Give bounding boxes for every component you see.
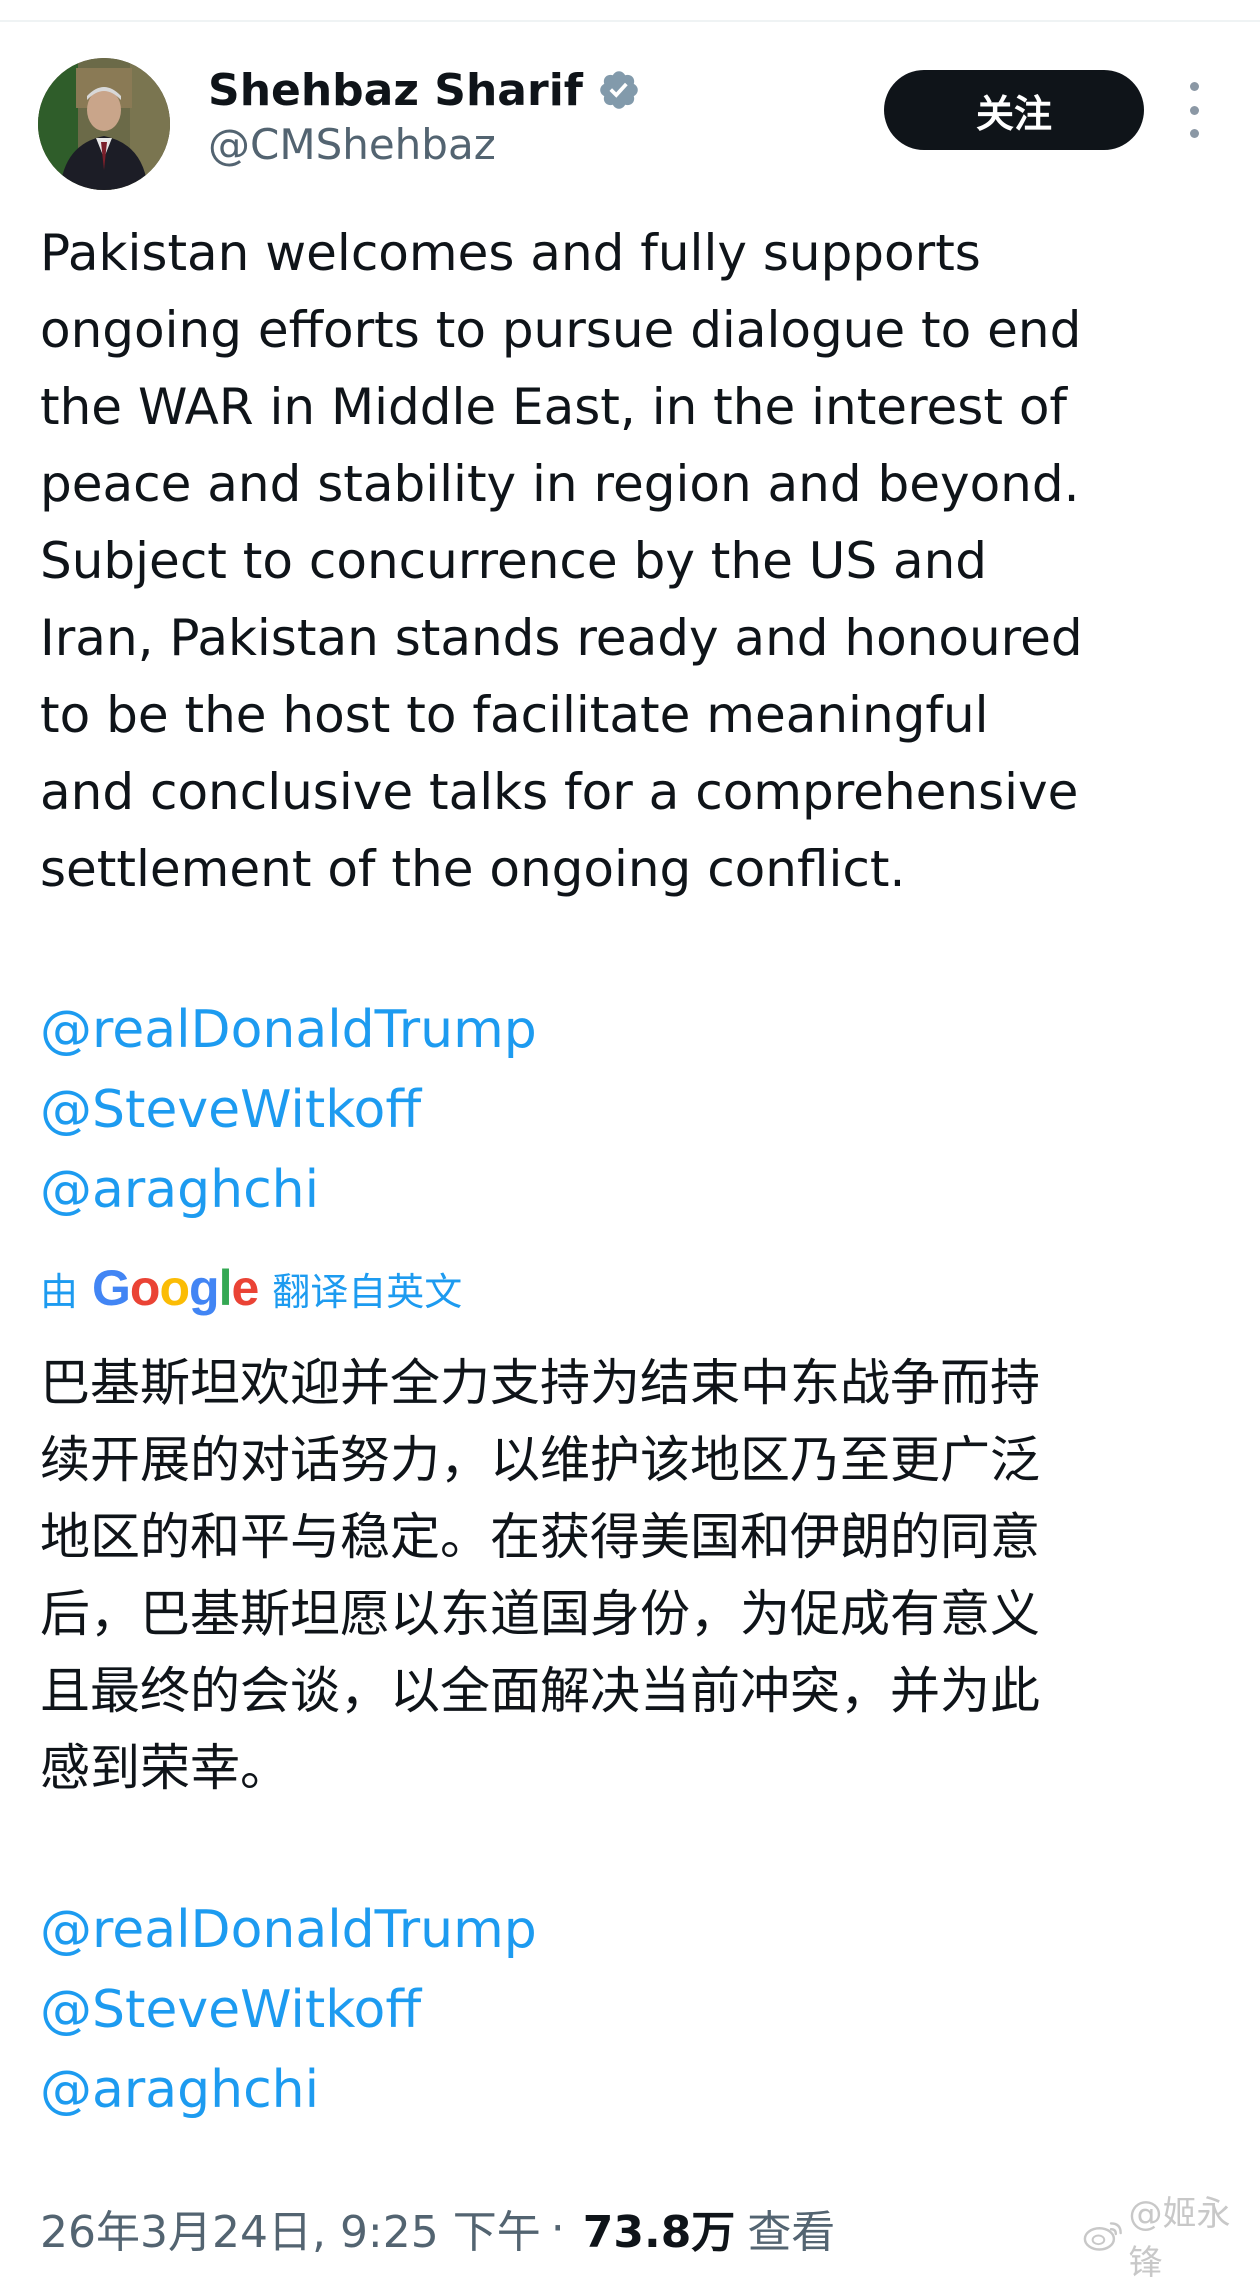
tweet-text-line: the WAR in Middle East, in the interest … (40, 378, 1068, 436)
translated-text-line: 后，巴基斯坦愿以东道国身份，为促成有意义 (40, 1585, 1040, 1643)
watermark-text: @姬永锋 (1128, 2194, 1231, 2283)
watermark: @姬永锋 (1082, 2194, 1260, 2283)
views-count: 73.8万 (582, 2207, 736, 2258)
more-vertical-icon[interactable] (1178, 82, 1210, 138)
mention-link[interactable]: @realDonaldTrump (40, 1890, 537, 1970)
verified-badge-icon (600, 71, 638, 109)
translation-suffix: 翻译自英文 (272, 1269, 463, 1314)
tweet-text-line: settlement of the ongoing conflict. (40, 840, 906, 898)
tweet-text-line: and conclusive talks for a comprehensive (40, 763, 1079, 821)
weibo-icon (1083, 2222, 1122, 2251)
mention-link[interactable]: @SteveWitkoff (40, 1970, 537, 2050)
translated-text-line: 续开展的对话努力，以维护该地区乃至更广泛 (40, 1431, 1040, 1489)
more-dot (1189, 129, 1199, 138)
mention-link[interactable]: @araghchi (40, 2050, 537, 2130)
translated-text-line: 地区的和平与稳定。在获得美国和伊朗的同意 (40, 1508, 1040, 1566)
translation-attribution[interactable]: 由 Google 翻译自英文 (40, 1258, 462, 1318)
tweet-text-line: peace and stability in region and beyond… (40, 455, 1080, 513)
translated-text-line: 且最终的会谈，以全面解决当前冲突，并为此 (40, 1662, 1040, 1720)
mention-link[interactable]: @realDonaldTrump (40, 990, 537, 1070)
translated-text: 巴基斯坦欢迎并全力支持为结束中东战争而持 续开展的对话努力，以维护该地区乃至更广… (40, 1345, 1240, 1807)
avatar[interactable] (38, 58, 170, 190)
tweet-text-line: Iran, Pakistan stands ready and honoured (40, 609, 1083, 667)
views-label: 查看 (747, 2207, 836, 2258)
follow-button[interactable]: 关注 (884, 70, 1144, 150)
translation-prefix: 由 (40, 1269, 79, 1314)
mention-link[interactable]: @SteveWitkoff (40, 1070, 537, 1150)
avatar-photo (38, 58, 170, 190)
tweet-text: Pakistan welcomes and fully supports ong… (40, 215, 1230, 908)
author-display-name[interactable]: Shehbaz Sharif (208, 65, 583, 116)
translated-text-line: 感到荣幸。 (40, 1739, 290, 1797)
more-dot (1189, 105, 1199, 115)
author-handle[interactable]: @CMShehbaz (208, 120, 496, 169)
mention-link[interactable]: @araghchi (40, 1150, 537, 1230)
top-divider (0, 0, 1260, 22)
translated-mentions: @realDonaldTrump @SteveWitkoff @araghchi (40, 1890, 537, 2130)
tweet-mentions: @realDonaldTrump @SteveWitkoff @araghchi (40, 990, 537, 1230)
tweet-timestamp[interactable]: 26年3月24日, 9:25 下午 (40, 2196, 541, 2260)
tweet-meta: 26年3月24日, 9:25 下午 · 73.8万 查看 (40, 2196, 835, 2260)
author-name-row[interactable]: Shehbaz Sharif (208, 60, 641, 120)
tweet-text-line: to be the host to facilitate meaningful (40, 686, 989, 744)
meta-separator: · (550, 2202, 565, 2254)
google-logo: Google (92, 1260, 259, 1316)
translated-text-line: 巴基斯坦欢迎并全力支持为结束中东战争而持 (40, 1354, 1040, 1412)
tweet-text-line: Subject to concurrence by the US and (40, 532, 988, 590)
tweet-text-line: Pakistan welcomes and fully supports (40, 224, 981, 282)
tweet-text-line: ongoing efforts to pursue dialogue to en… (40, 301, 1082, 359)
more-dot (1189, 82, 1199, 91)
